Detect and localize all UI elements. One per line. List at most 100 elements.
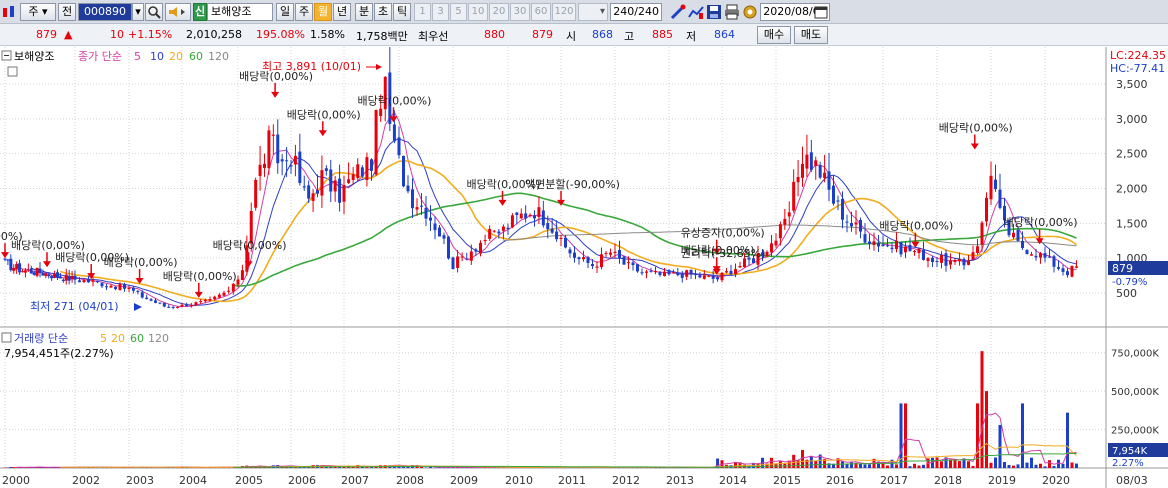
candle-body xyxy=(729,270,733,275)
candle-body xyxy=(671,272,675,274)
interval-20[interactable]: 20 xyxy=(489,3,509,21)
period-tick[interactable]: 틱 xyxy=(393,3,411,21)
candle-body xyxy=(877,242,880,247)
buy-button[interactable]: 매수 xyxy=(757,26,791,44)
interval-10[interactable]: 10 xyxy=(468,3,488,21)
volume-panel-toggle-icon[interactable] xyxy=(1,332,12,343)
panel-menu-icon[interactable] xyxy=(7,66,18,77)
volume-bar xyxy=(809,456,813,468)
market-select[interactable]: 주 ▾ xyxy=(20,3,56,21)
interval-120[interactable]: 120 xyxy=(552,3,576,21)
code-dropdown-button[interactable]: ▾ xyxy=(132,3,144,21)
candle-body xyxy=(962,258,966,266)
volume-tick-label: 250,000K xyxy=(1111,426,1159,437)
low-label: 저 xyxy=(686,30,697,43)
candle-body xyxy=(420,205,423,207)
stock-code-input[interactable]: 000890 xyxy=(78,3,132,21)
volume-bar xyxy=(1003,461,1006,468)
candle-body xyxy=(293,155,297,165)
volume-bar xyxy=(868,464,871,468)
candle-body xyxy=(185,304,189,307)
candle-body xyxy=(537,207,541,217)
sell-button[interactable]: 매도 xyxy=(794,26,828,44)
interval-1[interactable]: 1 xyxy=(414,3,431,21)
candle-body xyxy=(940,255,943,263)
event-label: 배당락(0,00%) xyxy=(104,256,178,269)
candle-body xyxy=(91,280,95,282)
candle-body xyxy=(483,239,487,242)
candle-body xyxy=(818,165,822,178)
candle-body xyxy=(29,268,33,274)
volume-bar xyxy=(429,467,432,468)
tools-button[interactable] xyxy=(670,4,686,20)
count-total: /240 xyxy=(634,5,659,18)
interval-60[interactable]: 60 xyxy=(531,3,551,21)
save-button[interactable] xyxy=(706,4,722,20)
candle-body xyxy=(61,279,65,282)
period-week[interactable]: 주 xyxy=(295,3,313,21)
volume-bar xyxy=(985,391,988,468)
volume-bar xyxy=(863,464,867,468)
candle-body xyxy=(663,271,666,276)
interval-3[interactable]: 3 xyxy=(432,3,449,21)
speaker-button[interactable] xyxy=(165,3,191,21)
event-label: 배당락(0,00%) xyxy=(939,121,1013,134)
volume-bar xyxy=(971,465,975,468)
calendar-button[interactable] xyxy=(814,5,828,19)
interval-5[interactable]: 5 xyxy=(450,3,467,21)
candle-body xyxy=(356,164,360,178)
current-volume-value: 7,954K xyxy=(1112,446,1148,457)
print-button[interactable] xyxy=(724,4,740,20)
vol-ma-period-120: 120 xyxy=(148,332,169,345)
period-minute[interactable]: 분 xyxy=(355,3,373,21)
period-day[interactable]: 일 xyxy=(276,3,294,21)
candle-body xyxy=(765,251,769,257)
candle-body xyxy=(510,215,514,228)
candle-body xyxy=(488,228,492,239)
candle-body xyxy=(365,157,369,181)
volume-bar xyxy=(1012,465,1015,468)
settings-button[interactable] xyxy=(742,4,758,20)
volume-bar xyxy=(1021,403,1024,468)
indicator-button[interactable] xyxy=(688,4,704,20)
candle-body xyxy=(582,257,585,260)
volume-bar xyxy=(994,457,997,468)
candle-body xyxy=(497,231,501,234)
candle-body xyxy=(967,260,970,265)
ma-period-120: 120 xyxy=(208,50,229,63)
candle-body xyxy=(442,235,446,239)
time-tick-label: 2008 xyxy=(396,474,424,487)
stock-chart[interactable]: 락(0,00%)배당락(0,00%)배당락(0,00%)배당락(0,00%)배당… xyxy=(0,47,1168,488)
candle-body xyxy=(70,275,74,280)
candle-body xyxy=(926,258,930,261)
period-second[interactable]: 초 xyxy=(374,3,392,21)
candle-body xyxy=(931,257,934,262)
candle-body xyxy=(127,288,131,290)
volume-bar xyxy=(958,461,961,468)
search-button[interactable] xyxy=(145,3,163,21)
quote-bar: 879 ▲ 10 +1.15% 2,010,258 195.08% 1.58% … xyxy=(0,24,1168,46)
ma-period-5: 5 xyxy=(134,50,141,63)
stock-name-field[interactable]: 보해양조 xyxy=(207,3,273,21)
candle-body xyxy=(433,223,437,231)
speaker-icon xyxy=(169,7,185,17)
current-volume-pct: 2.27% xyxy=(1112,458,1144,469)
period-month[interactable]: 월 xyxy=(314,3,332,21)
volume-bar xyxy=(1070,462,1074,468)
count-field[interactable]: 240/240 xyxy=(610,3,662,21)
chart-type-icon[interactable] xyxy=(2,3,16,21)
candle-body xyxy=(1075,266,1078,268)
period-year[interactable]: 년 xyxy=(333,3,351,21)
candle-body xyxy=(823,172,827,178)
volume-ratio: 195.08% xyxy=(256,28,305,41)
candle-body xyxy=(622,256,626,265)
interval-custom-select[interactable]: ▾ xyxy=(578,3,608,21)
prev-button[interactable]: 전 xyxy=(58,3,76,21)
candle-body xyxy=(465,258,469,260)
candle-body xyxy=(528,214,532,217)
candle-body xyxy=(379,108,383,116)
candle-body xyxy=(573,252,576,258)
interval-30[interactable]: 30 xyxy=(510,3,530,21)
candle-body xyxy=(506,227,510,230)
candle-body xyxy=(631,262,635,266)
